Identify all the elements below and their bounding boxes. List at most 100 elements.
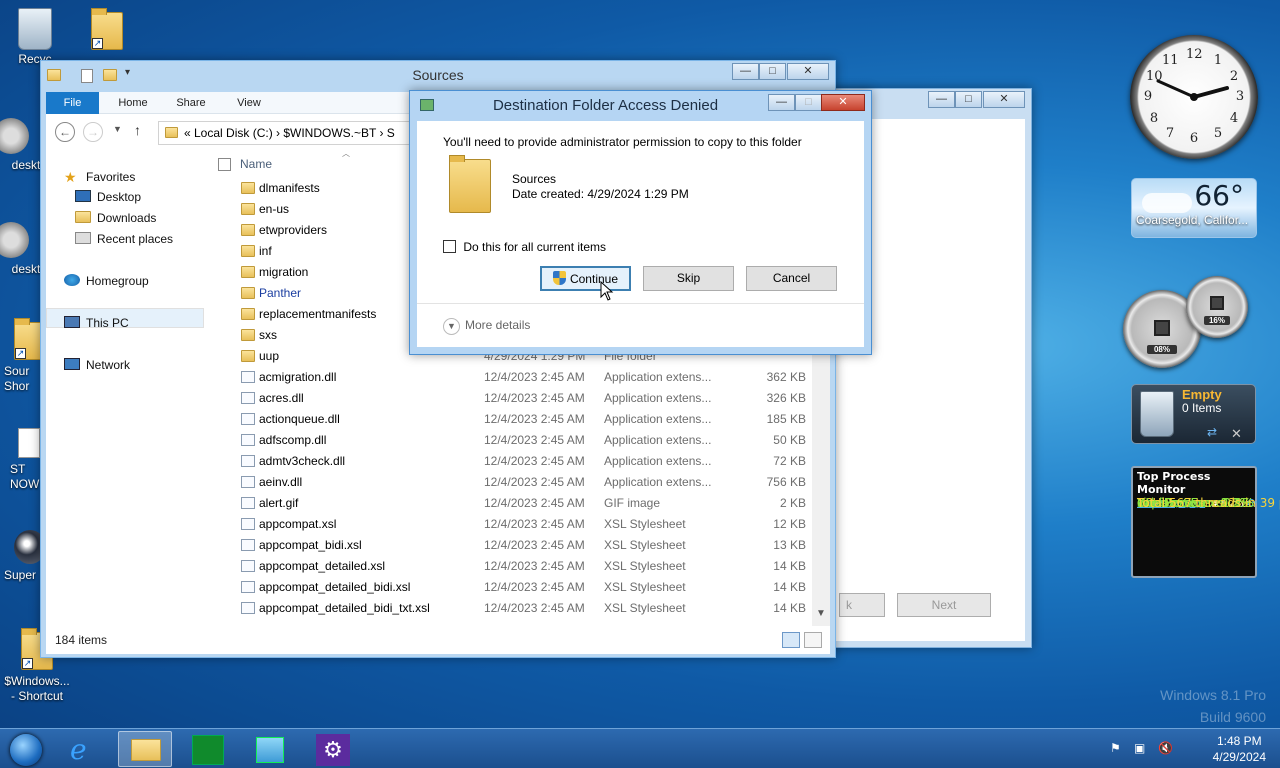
folder-icon [241, 182, 255, 194]
next-button[interactable]: Next [897, 593, 991, 617]
sidebar-item-favorites[interactable]: ★ Favorites [64, 169, 135, 185]
ram-meter-gadget[interactable]: 16% [1186, 276, 1248, 338]
back-arrow-icon[interactable]: ← [55, 122, 75, 142]
chevron-down-icon: ▼ [443, 318, 460, 335]
table-row[interactable]: adfscomp.dll 12/4/2023 2:45 AM Application… [214, 430, 812, 451]
folder-icon [449, 155, 491, 213]
close-button[interactable]: ✕ [983, 91, 1025, 108]
empty-bin-icon[interactable]: ⇄ [1207, 425, 1221, 439]
gear-icon [0, 222, 29, 258]
file-type: XSL Stylesheet [604, 601, 686, 615]
file-type: XSL Stylesheet [604, 517, 686, 531]
table-row[interactable]: appcompat_bidi.xsl 12/4/2023 2:45 AM XSL S… [214, 535, 812, 556]
maximize-button[interactable]: □ [795, 94, 822, 111]
access-denied-dialog[interactable]: Destination Folder Access Denied — □ ✕ Y… [409, 90, 872, 355]
table-row[interactable]: aeinv.dll 12/4/2023 2:45 AM Application ex… [214, 472, 812, 493]
cloud-icon [1142, 193, 1192, 213]
sidebar-item-recent-places[interactable]: Recent places [75, 232, 173, 246]
recycle-bin-icon [18, 8, 52, 50]
table-row[interactable]: appcompat.xsl 12/4/2023 2:45 AM XSL Styles… [214, 514, 812, 535]
clock-number: 12 [1186, 47, 1203, 62]
maximize-button[interactable]: □ [759, 63, 786, 80]
sidebar-item-network[interactable]: Network [64, 358, 130, 372]
details-view-icon[interactable] [782, 632, 800, 648]
desktop-icon-label: $Windows... - Shortcut [4, 674, 70, 703]
taskbar-setup[interactable] [244, 731, 298, 767]
file-size: 13 KB [773, 538, 806, 552]
folder-date-created: Date created: 4/29/2024 1:29 PM [512, 187, 689, 201]
maximize-button[interactable]: □ [955, 91, 982, 108]
cancel-button[interactable]: Cancel [746, 266, 837, 291]
address-bar[interactable]: « Local Disk (C:) › $WINDOWS.~BT › S [158, 121, 418, 145]
table-row[interactable]: appcompat_detailed_bidi.xsl 12/4/2023 2:4… [214, 577, 812, 598]
taskbar-internet-explorer[interactable]: e [60, 731, 114, 767]
forward-arrow-icon[interactable]: → [83, 122, 103, 142]
network-icon [64, 358, 80, 370]
sidebar-item-this-pc[interactable]: This PC [64, 316, 129, 330]
action-center-flag-icon[interactable]: ⚑ [1110, 741, 1121, 755]
minimize-button[interactable]: — [928, 91, 955, 108]
file-size: 12 KB [773, 517, 806, 531]
table-row[interactable]: acmigration.dll 12/4/2023 2:45 AM Applicat… [214, 367, 812, 388]
volume-muted-icon[interactable]: 🔇 [1158, 741, 1173, 755]
desktop-icon-folder-shortcut[interactable]: ↗ [70, 8, 144, 50]
table-row[interactable]: appcompat_detailed_bidi_txt.xsl 12/4/2023… [214, 598, 812, 619]
apply-all-checkbox[interactable] [443, 240, 456, 253]
downloads-icon [75, 211, 91, 223]
taskbar: e ⚙ ⚑ ▣ 🔇 1:48 PM 4/29/2024 [0, 728, 1280, 768]
start-button[interactable] [0, 731, 50, 767]
taskbar-store[interactable] [182, 731, 236, 767]
tab-view[interactable]: View [224, 92, 274, 114]
desktop-icon [75, 190, 91, 202]
recent-locations-chevron-icon[interactable]: ▼ [113, 124, 122, 134]
sidebar-item-label: This PC [86, 316, 129, 330]
table-row[interactable]: actionqueue.dll 12/4/2023 2:45 AM Applicat… [214, 409, 812, 430]
tab-share[interactable]: Share [166, 92, 216, 114]
table-row[interactable]: admtv3check.dll 12/4/2023 2:45 AM Applicat… [214, 451, 812, 472]
minimize-button[interactable]: — [732, 63, 759, 80]
taskbar-file-explorer[interactable] [118, 731, 172, 767]
weather-gadget[interactable]: 66° Coarsegold, Califor... [1131, 178, 1257, 238]
top-process-monitor-gadget[interactable]: Top Process Monitor CPU Processes 2% ⟳ ex… [1131, 466, 1280, 578]
file-name: appcompat_detailed_bidi_txt.xsl [259, 601, 430, 615]
sidebar-item-downloads[interactable]: Downloads [75, 211, 156, 225]
scroll-down-icon[interactable]: ▼ [812, 608, 830, 626]
close-button[interactable]: ✕ [787, 63, 829, 80]
taskbar-settings[interactable]: ⚙ [306, 731, 360, 767]
file-icon [241, 476, 255, 488]
up-arrow-icon[interactable]: ↑ [134, 122, 141, 138]
tab-home[interactable]: Home [108, 92, 158, 114]
taskbar-date: 4/29/2024 [1212, 750, 1266, 764]
gear-icon: ⚙ [316, 734, 350, 766]
continue-button[interactable]: Continue [540, 266, 631, 291]
apply-all-checkbox-row[interactable]: Do this for all current items [443, 240, 606, 254]
file-type: Application extens... [604, 475, 712, 489]
table-row[interactable]: alert.gif 12/4/2023 2:45 AM GIF image 2 KB [214, 493, 812, 514]
more-details-toggle[interactable]: ▼ More details [443, 318, 530, 335]
table-row[interactable]: appcompat_detailed.xsl 12/4/2023 2:45 AM X… [214, 556, 812, 577]
select-all-checkbox[interactable] [218, 158, 231, 171]
shortcut-arrow-icon: ↗ [22, 658, 33, 669]
recycle-bin-gadget[interactable]: Empty 0 Items ⇄ ✕ [1131, 384, 1256, 444]
close-button[interactable]: ✕ [821, 94, 865, 111]
clock-number: 10 [1146, 69, 1163, 84]
network-icon[interactable]: ▣ [1134, 741, 1145, 755]
minimize-button[interactable]: — [768, 94, 795, 111]
back-button[interactable]: k [839, 593, 885, 617]
skip-button[interactable]: Skip [643, 266, 734, 291]
tpm-total: Total 567 threads in 39 proc [1137, 496, 1280, 510]
sidebar-item-desktop[interactable]: Desktop [75, 190, 141, 204]
file-date-modified: 12/4/2023 2:45 AM [484, 517, 585, 531]
file-type: Application extens... [604, 433, 712, 447]
close-icon[interactable]: ✕ [1231, 426, 1245, 441]
file-name: acmigration.dll [259, 370, 337, 384]
large-icons-view-icon[interactable] [804, 632, 822, 648]
clock-gadget[interactable]: 12 1 2 3 4 5 6 7 8 9 10 11 [1130, 35, 1258, 159]
desktop-icon-recycle-bin[interactable]: Recyc [0, 8, 72, 67]
sidebar-item-homegroup[interactable]: Homegroup [64, 274, 149, 288]
clock-number: 4 [1229, 111, 1239, 126]
taskbar-clock[interactable]: 1:48 PM 4/29/2024 [1213, 733, 1266, 765]
tab-file[interactable]: File [46, 92, 99, 114]
column-header-name[interactable]: Name [240, 157, 272, 171]
table-row[interactable]: acres.dll 12/4/2023 2:45 AM Application ex… [214, 388, 812, 409]
